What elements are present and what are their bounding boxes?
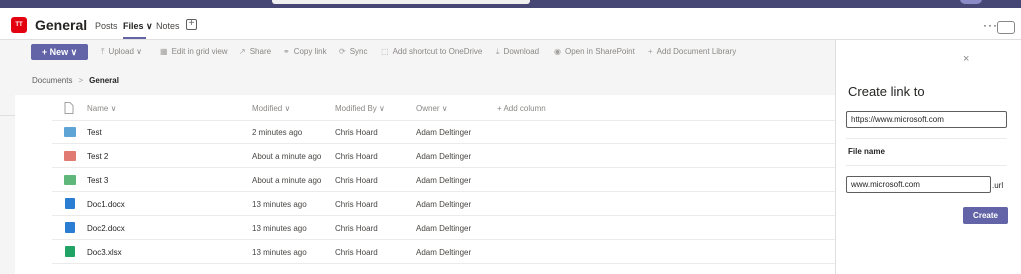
breadcrumb-current: General: [89, 76, 119, 85]
row-modified-by[interactable]: Chris Hoard: [335, 176, 378, 185]
channel-title: General: [35, 17, 88, 33]
file-name-input[interactable]: [846, 176, 991, 193]
create-button[interactable]: Create: [963, 207, 1008, 224]
download-icon: ⤓: [496, 47, 500, 56]
row-modified-by[interactable]: Chris Hoard: [335, 200, 378, 209]
row-owner: Adam Deltinger: [416, 152, 472, 161]
channel-header: TT General Posts Files ∨ Notes + ···: [0, 8, 1021, 40]
new-button[interactable]: + New ∨: [31, 44, 88, 60]
folder-icon: [64, 127, 76, 137]
tab-posts[interactable]: Posts: [95, 21, 118, 31]
upload-button[interactable]: ⤒ Upload ∨: [101, 47, 142, 57]
row-name[interactable]: Test 3: [87, 176, 108, 185]
breadcrumb: Documents > General: [32, 76, 119, 85]
add-shortcut-button[interactable]: ⬚ Add shortcut to OneDrive: [381, 47, 482, 56]
row-divider: [52, 191, 835, 192]
create-link-panel: [835, 40, 1021, 274]
column-header-owner[interactable]: Owner ∨: [416, 104, 448, 113]
row-modified: 13 minutes ago: [252, 200, 307, 209]
row-name[interactable]: Test 2: [87, 152, 108, 161]
word-doc-icon: [65, 222, 75, 233]
open-sharepoint-button[interactable]: ◉ Open in SharePoint: [554, 47, 635, 56]
row-modified: About a minute ago: [252, 152, 322, 161]
row-modified-by[interactable]: Chris Hoard: [335, 248, 378, 257]
column-header-modified[interactable]: Modified ∨: [252, 104, 290, 113]
download-button[interactable]: ⤓ Download: [496, 47, 539, 57]
add-library-button[interactable]: + Add Document Library: [648, 47, 736, 56]
column-header-modified-by[interactable]: Modified By ∨: [335, 104, 385, 113]
tab-files[interactable]: Files ∨: [123, 21, 153, 32]
share-icon: ↗: [239, 47, 246, 56]
sync-button[interactable]: ⟳ Sync: [339, 47, 368, 56]
panel-divider: [846, 165, 1007, 166]
shortcut-icon: ⬚: [381, 47, 389, 56]
folder-icon: [64, 175, 76, 185]
row-divider: [52, 263, 835, 264]
row-divider: [52, 120, 835, 121]
sync-icon: ⟳: [339, 47, 346, 56]
row-modified: 2 minutes ago: [252, 128, 303, 137]
rail-divider: [0, 115, 15, 116]
tab-notes[interactable]: Notes: [156, 21, 180, 31]
meet-camera-button[interactable]: [997, 21, 1015, 34]
file-extension-label: .url: [992, 181, 1004, 190]
column-header-name[interactable]: Name ∨: [87, 104, 116, 113]
row-modified-by[interactable]: Chris Hoard: [335, 128, 378, 137]
row-name[interactable]: Doc2.docx: [87, 224, 125, 233]
file-name-label: File name: [848, 147, 885, 156]
left-rail: [0, 95, 15, 274]
row-divider: [52, 143, 835, 144]
row-divider: [52, 239, 835, 240]
url-input[interactable]: [846, 111, 1007, 128]
row-owner: Adam Deltinger: [416, 200, 472, 209]
row-name[interactable]: Doc1.docx: [87, 200, 125, 209]
plus-icon: +: [648, 47, 653, 56]
row-modified-by[interactable]: Chris Hoard: [335, 152, 378, 161]
row-divider: [52, 215, 835, 216]
excel-doc-icon: [65, 246, 75, 257]
file-type-header-icon: [64, 102, 74, 114]
row-modified: 13 minutes ago: [252, 248, 307, 257]
row-modified-by[interactable]: Chris Hoard: [335, 224, 378, 233]
row-divider: [52, 167, 835, 168]
row-name[interactable]: Doc3.xlsx: [87, 248, 122, 257]
row-owner: Adam Deltinger: [416, 248, 472, 257]
edit-grid-button[interactable]: ▦ Edit in grid view: [160, 47, 228, 56]
team-avatar: TT: [11, 17, 27, 33]
row-modified: About a minute ago: [252, 176, 322, 185]
breadcrumb-separator: >: [78, 76, 84, 85]
search-box[interactable]: [272, 0, 530, 4]
row-owner: Adam Deltinger: [416, 224, 472, 233]
row-owner: Adam Deltinger: [416, 176, 472, 185]
user-avatar[interactable]: [960, 0, 982, 4]
grid-icon: ▦: [160, 47, 168, 56]
add-column-button[interactable]: + Add column: [497, 104, 546, 113]
sharepoint-icon: ◉: [554, 47, 561, 56]
more-options-button[interactable]: ···: [983, 18, 998, 32]
link-icon: ⚭: [283, 47, 290, 56]
folder-icon: [64, 151, 76, 161]
row-owner: Adam Deltinger: [416, 128, 472, 137]
upload-icon: ⤒: [101, 47, 105, 56]
app-top-bar: [0, 0, 1021, 8]
copy-link-button[interactable]: ⚭ Copy link: [283, 47, 327, 56]
panel-title: Create link to: [848, 84, 925, 99]
active-tab-indicator: [123, 37, 146, 39]
add-tab-button[interactable]: +: [186, 19, 197, 30]
panel-divider: [846, 138, 1007, 139]
close-icon[interactable]: ×: [963, 53, 969, 65]
breadcrumb-documents[interactable]: Documents: [32, 76, 72, 85]
word-doc-icon: [65, 198, 75, 209]
row-modified: 13 minutes ago: [252, 224, 307, 233]
row-name[interactable]: Test: [87, 128, 102, 137]
share-button[interactable]: ↗ Share: [239, 47, 271, 56]
